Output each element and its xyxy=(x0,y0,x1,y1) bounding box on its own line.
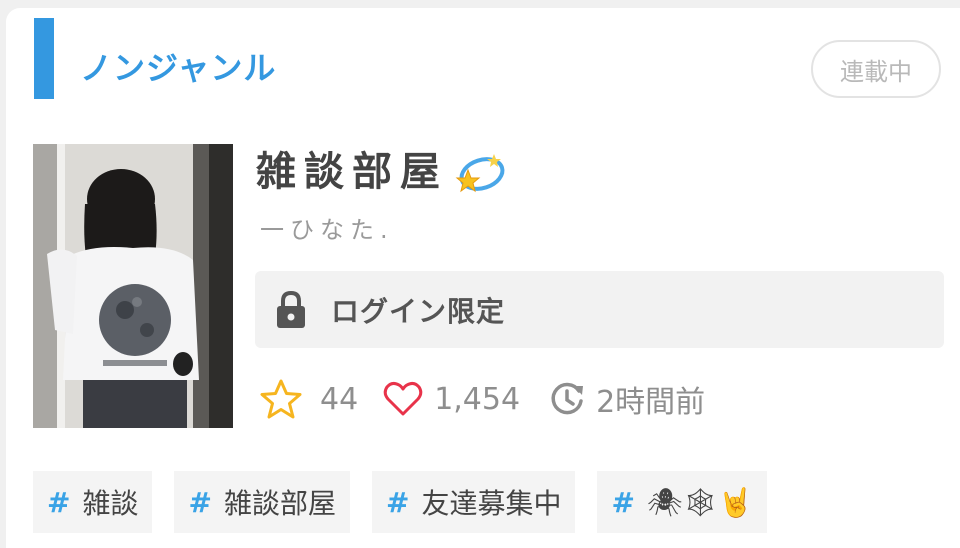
tag-label: 雑談部屋 xyxy=(223,487,336,520)
updated-time: 2時間前 xyxy=(596,385,706,420)
story-title[interactable]: 雑談部屋 xyxy=(256,148,506,196)
login-required-banner[interactable]: ログイン限定 xyxy=(255,271,944,348)
like-count: 1,454 xyxy=(434,381,521,417)
lock-icon xyxy=(277,290,305,328)
tag-emoji[interactable]: # 🕷🕸🤘 xyxy=(597,471,767,533)
hash-icon: # xyxy=(47,485,71,519)
tag-label: 友達募集中 xyxy=(421,487,562,520)
heart-icon xyxy=(383,381,423,416)
hash-icon: # xyxy=(188,485,212,519)
author-name[interactable]: 一ひなた. xyxy=(260,214,394,246)
update-clock-icon xyxy=(551,382,584,415)
hash-icon: # xyxy=(385,485,410,519)
hash-icon: # xyxy=(611,485,635,519)
tag-label: 雑談 xyxy=(82,487,139,520)
tag-chat[interactable]: # 雑談 xyxy=(33,471,153,533)
tag-label: 🕷🕸🤘 xyxy=(646,485,753,519)
story-title-text: 雑談部屋 xyxy=(256,149,448,195)
login-required-label: ログイン限定 xyxy=(331,294,506,328)
tag-chat-room[interactable]: # 雑談部屋 xyxy=(174,471,350,533)
tag-list: # 雑談 # 雑談部屋 # 友達募集中 # 🕷🕸🤘 xyxy=(33,471,789,533)
status-badge: 連載中 xyxy=(811,40,941,98)
story-thumbnail[interactable] xyxy=(33,144,233,428)
story-card[interactable]: ノンジャンル 連載中 雑談部屋 一ひなた. ログイン限定 44 1,454 2時… xyxy=(6,8,960,548)
tag-friends-wanted[interactable]: # 友達募集中 xyxy=(371,471,576,533)
genre-label[interactable]: ノンジャンル xyxy=(80,46,276,90)
star-icon xyxy=(260,379,302,419)
genre-accent-bar xyxy=(34,18,54,99)
star-count: 44 xyxy=(320,381,359,417)
story-stats: 44 1,454 2時間前 xyxy=(260,374,705,424)
dizzy-star-icon xyxy=(455,154,505,193)
